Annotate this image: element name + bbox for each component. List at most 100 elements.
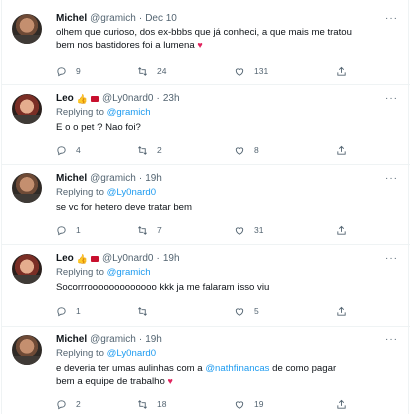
replying-to-mention[interactable]: @gramich bbox=[107, 267, 151, 278]
tweet-actions: 1 5 bbox=[56, 304, 346, 318]
like-button[interactable]: 19 bbox=[234, 397, 263, 411]
tweet-actions: 9 24 131 bbox=[56, 64, 346, 78]
more-icon[interactable]: ··· bbox=[385, 253, 398, 264]
replying-to-mention[interactable]: @Ly0nard0 bbox=[107, 348, 156, 359]
tweet-header: Leo 👍 @Ly0nard0 · 23h bbox=[56, 92, 398, 106]
like-button[interactable]: 131 bbox=[234, 64, 268, 78]
author-name[interactable]: Leo bbox=[56, 92, 74, 106]
retweet-count: 18 bbox=[157, 399, 167, 409]
avatar[interactable] bbox=[12, 94, 42, 124]
tweet-5[interactable]: Michel @gramich · 19h ··· Replying to @L… bbox=[2, 327, 410, 414]
reply-icon bbox=[57, 145, 66, 155]
retweet-count: 24 bbox=[157, 66, 167, 76]
separator-dot: · bbox=[138, 13, 143, 24]
more-icon[interactable]: ··· bbox=[385, 13, 398, 24]
replying-to-label: Replying to bbox=[56, 267, 107, 278]
avatar[interactable] bbox=[12, 254, 42, 284]
more-icon[interactable]: ··· bbox=[385, 173, 398, 184]
tweet-header: Leo 👍 @Ly0nard0 · 19h bbox=[56, 252, 398, 266]
retweet-icon bbox=[138, 225, 147, 235]
reply-icon bbox=[57, 66, 66, 76]
tweet-text-part: olhem que curioso, dos ex-bbbs que já co… bbox=[56, 27, 352, 51]
share-button[interactable] bbox=[336, 143, 347, 157]
reply-button[interactable]: 4 bbox=[56, 143, 81, 157]
author-handle[interactable]: @gramich bbox=[90, 333, 136, 347]
tweet-actions: 4 2 8 bbox=[56, 143, 346, 157]
tweet-actions: 2 18 19 bbox=[56, 397, 346, 411]
like-button[interactable]: 5 bbox=[234, 304, 259, 318]
hand-emoji-icon: 👍 bbox=[76, 94, 88, 104]
mention-link[interactable]: @nathfinancas bbox=[205, 363, 269, 374]
like-count: 5 bbox=[254, 306, 259, 316]
flag-icon bbox=[91, 256, 99, 262]
replying-to-mention[interactable]: @Ly0nard0 bbox=[107, 187, 156, 198]
author-handle[interactable]: @Ly0nard0 bbox=[102, 92, 153, 106]
replying-to: Replying to @gramich bbox=[56, 266, 398, 279]
like-count: 131 bbox=[254, 66, 269, 76]
hand-emoji-icon: 👍 bbox=[76, 254, 88, 264]
share-button[interactable] bbox=[336, 397, 347, 411]
like-count: 19 bbox=[254, 399, 264, 409]
conversation-thread: Michel @gramich · Dec 10 ··· olhem que c… bbox=[1, 0, 410, 414]
tweet-text: e deveria ter umas aulinhas com a @nathf… bbox=[56, 363, 356, 388]
author-handle[interactable]: @Ly0nard0 bbox=[102, 252, 153, 266]
share-icon bbox=[337, 145, 346, 155]
more-icon[interactable]: ··· bbox=[385, 93, 398, 104]
tweet-text: se vc for hetero deve tratar bem bbox=[56, 202, 192, 213]
replying-to-mention[interactable]: @gramich bbox=[107, 107, 151, 118]
author-handle[interactable]: @gramich bbox=[90, 172, 136, 186]
timestamp[interactable]: 19h bbox=[145, 172, 162, 186]
avatar[interactable] bbox=[12, 335, 42, 365]
avatar[interactable] bbox=[12, 173, 42, 203]
author-name[interactable]: Michel bbox=[56, 172, 87, 186]
retweet-button[interactable]: 24 bbox=[137, 64, 166, 78]
like-count: 31 bbox=[254, 225, 264, 235]
retweet-button[interactable]: 18 bbox=[137, 397, 166, 411]
timestamp[interactable]: 19h bbox=[145, 333, 162, 347]
replying-to: Replying to @Ly0nard0 bbox=[56, 347, 398, 360]
tweet-actions: 1 7 31 bbox=[56, 223, 346, 237]
reply-icon bbox=[57, 399, 66, 409]
retweet-icon bbox=[138, 145, 147, 155]
timestamp[interactable]: 23h bbox=[163, 92, 180, 106]
reply-button[interactable]: 9 bbox=[56, 64, 81, 78]
author-name[interactable]: Leo bbox=[56, 252, 74, 266]
reply-button[interactable]: 2 bbox=[56, 397, 81, 411]
timestamp[interactable]: Dec 10 bbox=[145, 12, 177, 26]
tweet-1[interactable]: Michel @gramich · Dec 10 ··· olhem que c… bbox=[2, 0, 410, 85]
separator-dot: · bbox=[138, 334, 143, 345]
retweet-button[interactable] bbox=[137, 304, 157, 318]
share-button[interactable] bbox=[336, 304, 347, 318]
reply-button[interactable]: 1 bbox=[56, 223, 81, 237]
retweet-icon bbox=[138, 306, 147, 316]
separator-dot: · bbox=[156, 253, 160, 264]
tweet-3[interactable]: Michel @gramich · 19h ··· Replying to @L… bbox=[2, 165, 410, 245]
like-button[interactable]: 31 bbox=[234, 223, 263, 237]
timestamp[interactable]: 19h bbox=[163, 252, 180, 266]
like-icon bbox=[235, 146, 244, 155]
retweet-button[interactable]: 7 bbox=[137, 223, 162, 237]
author-name[interactable]: Michel bbox=[56, 333, 87, 347]
share-button[interactable] bbox=[336, 223, 347, 237]
reply-button[interactable]: 1 bbox=[56, 304, 81, 318]
tweet-2[interactable]: Leo 👍 @Ly0nard0 · 23h ··· Replying to @g… bbox=[2, 85, 410, 165]
more-icon[interactable]: ··· bbox=[385, 334, 398, 345]
share-icon bbox=[337, 225, 346, 235]
author-handle[interactable]: @gramich bbox=[90, 12, 136, 26]
author-name[interactable]: Michel bbox=[56, 12, 87, 26]
tweet-4[interactable]: Leo 👍 @Ly0nard0 · 19h ··· Replying to @g… bbox=[2, 245, 410, 327]
like-button[interactable]: 8 bbox=[234, 143, 259, 157]
share-button[interactable] bbox=[336, 64, 347, 78]
heart-emoji: ♥ bbox=[167, 376, 173, 386]
separator-dot: · bbox=[138, 173, 143, 184]
heart-emoji: ♥ bbox=[197, 40, 203, 50]
retweet-button[interactable]: 2 bbox=[137, 143, 162, 157]
like-count: 8 bbox=[254, 145, 259, 155]
avatar[interactable] bbox=[12, 14, 42, 44]
replying-to-label: Replying to bbox=[56, 187, 107, 198]
tweet-text-part: e deveria ter umas aulinhas com a bbox=[56, 363, 206, 374]
retweet-icon bbox=[138, 66, 147, 76]
like-icon bbox=[235, 67, 244, 76]
reply-count: 9 bbox=[76, 66, 81, 76]
share-icon bbox=[337, 399, 346, 409]
